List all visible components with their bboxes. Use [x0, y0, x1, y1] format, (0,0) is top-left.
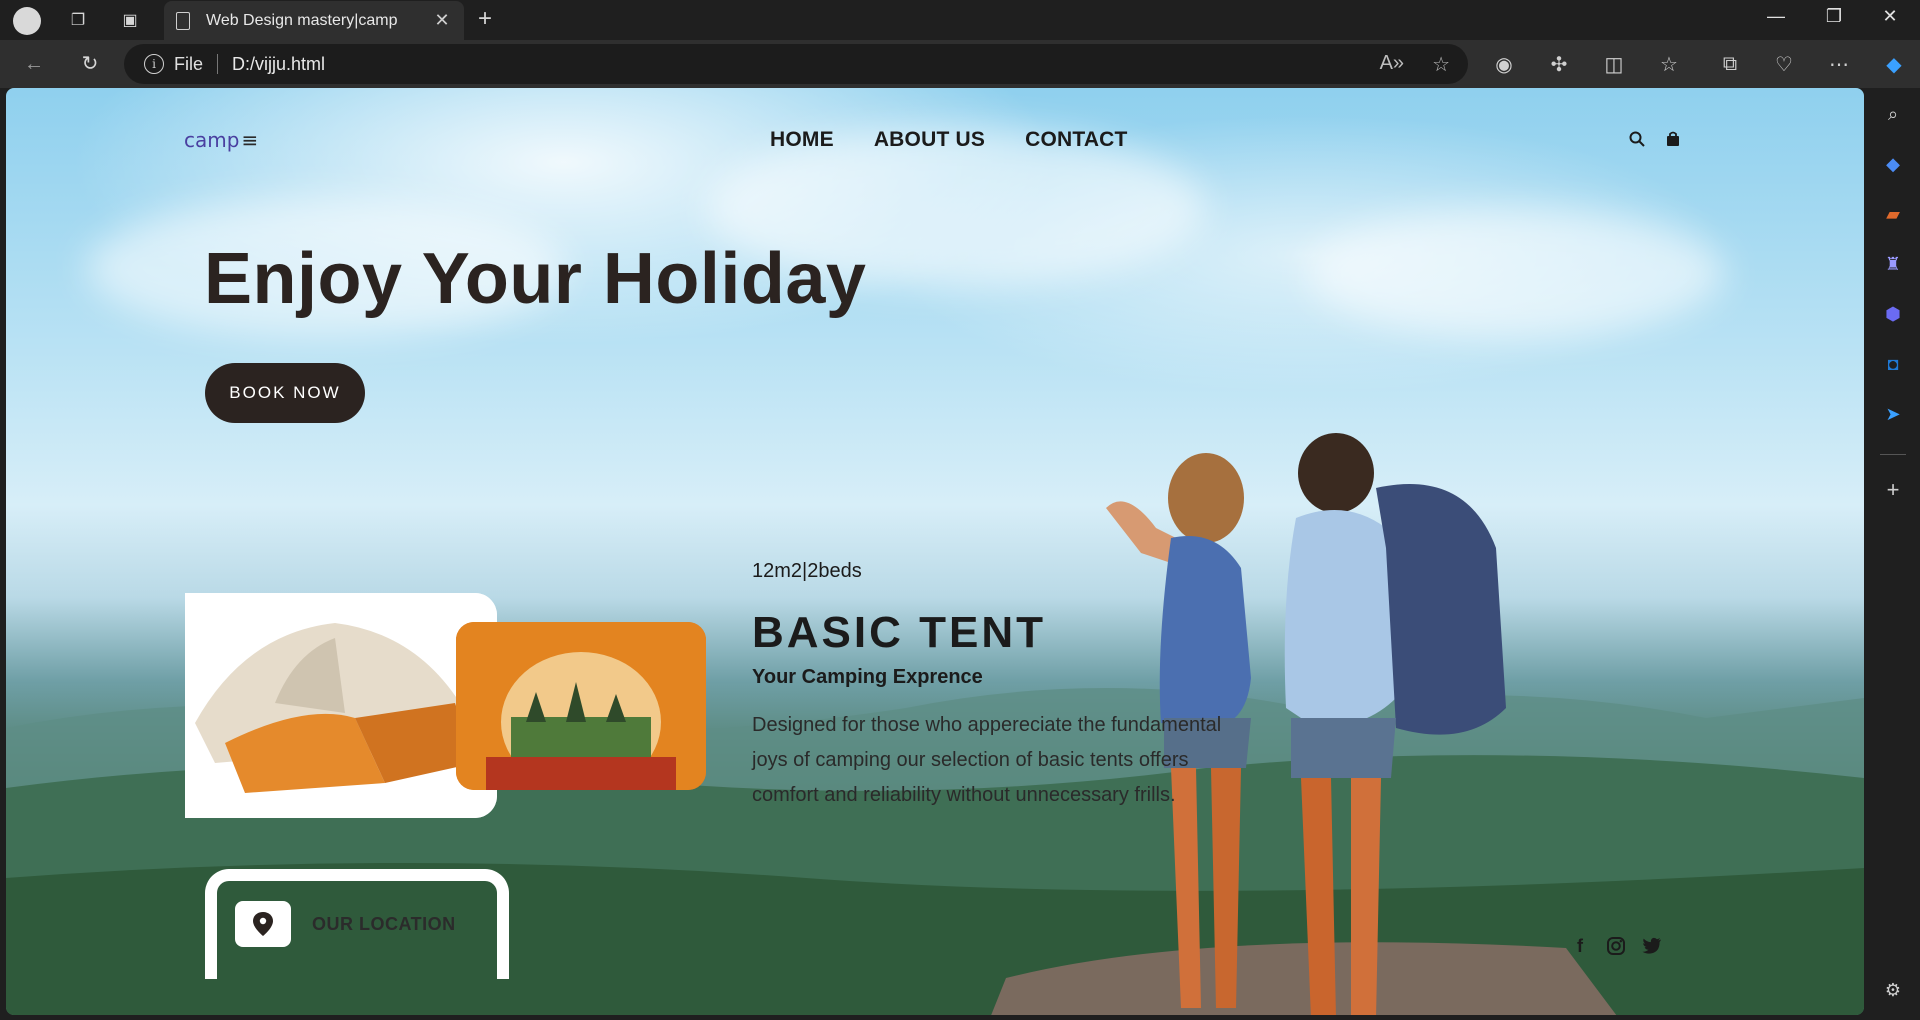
hamburger-menu-icon[interactable]: ≡ — [241, 128, 258, 152]
product-spec: 12m2|2beds — [752, 560, 862, 582]
sidebar-divider — [1880, 454, 1906, 455]
instagram-icon[interactable] — [1604, 934, 1628, 958]
browser-essentials-icon[interactable]: ♡ — [1770, 50, 1798, 78]
close-window-icon[interactable]: ✕ — [1870, 6, 1910, 27]
favorites-icon[interactable]: ☆ — [1655, 50, 1683, 78]
product-title: BASIC TENT — [752, 608, 1046, 657]
send-icon[interactable]: ➤ — [1881, 402, 1905, 426]
tent-image-card[interactable] — [185, 593, 497, 818]
tent-inside-view-image — [456, 622, 706, 790]
back-icon[interactable]: ← — [22, 52, 46, 76]
profile-avatar-icon[interactable] — [13, 7, 41, 35]
settings-gear-icon[interactable]: ⚙ — [1881, 978, 1905, 1002]
extensions-icon[interactable]: ✣ — [1545, 50, 1573, 78]
minimize-icon[interactable]: — — [1756, 6, 1796, 27]
hero-title: Enjoy Your Holiday — [204, 239, 867, 319]
outlook-icon[interactable]: ◘ — [1881, 352, 1905, 376]
product-subtitle: Your Camping Exprence — [752, 666, 983, 688]
edge-sidebar: ⌕ ◆ ▰ ♜ ⬢ ◘ ➤ + ⚙ — [1866, 88, 1920, 1020]
favorite-star-icon[interactable]: ☆ — [1432, 52, 1450, 77]
cloud — [1306, 208, 1726, 338]
omnibox[interactable]: i File D:/vijju.html A» ☆ — [124, 44, 1468, 84]
site-logo[interactable]: camp ≡ — [184, 128, 258, 152]
nav-home[interactable]: HOME — [770, 128, 834, 152]
tab-title: Web Design mastery|camp — [206, 11, 398, 29]
vertical-tabs-icon[interactable]: ▣ — [118, 8, 142, 32]
split-screen-icon[interactable]: ◫ — [1600, 50, 1628, 78]
nav-about-us[interactable]: ABOUT US — [874, 128, 985, 152]
games-icon[interactable]: ♜ — [1881, 252, 1905, 276]
twitter-icon[interactable] — [1640, 934, 1664, 958]
facebook-icon[interactable]: f — [1568, 934, 1592, 958]
product-description: Designed for those who appereciate the f… — [752, 714, 1222, 806]
close-tab-icon[interactable]: ✕ — [432, 10, 452, 31]
logo-text: camp — [184, 128, 240, 152]
add-icon[interactable]: + — [1881, 477, 1905, 502]
main-nav: HOME ABOUT US CONTACT — [770, 128, 1128, 152]
new-tab-icon[interactable]: + — [478, 7, 492, 31]
location-pin-icon — [235, 901, 291, 947]
workspaces-icon[interactable]: ❐ — [66, 8, 90, 32]
browser-tab[interactable]: Web Design mastery|camp ✕ — [164, 1, 464, 40]
restore-icon[interactable]: ❐ — [1814, 6, 1854, 27]
more-options-icon[interactable]: ⋯ — [1825, 50, 1853, 78]
search-icon[interactable]: ⌕ — [1881, 102, 1905, 126]
read-aloud-icon[interactable]: A» — [1380, 52, 1404, 77]
browser-titlebar: ❐ ▣ Web Design mastery|camp ✕ + — ❐ ✕ — [0, 0, 1920, 40]
address-bar: ← ↻ i File D:/vijju.html A» ☆ ◉ ✣ ◫ ☆ ⧉ … — [0, 40, 1920, 88]
tent-image — [185, 593, 497, 818]
address-url[interactable]: D:/vijju.html — [232, 54, 325, 75]
search-icon[interactable] — [1628, 130, 1646, 148]
collections-icon[interactable]: ⧉ — [1716, 50, 1744, 78]
tools-icon[interactable]: ▰ — [1881, 202, 1905, 226]
refresh-icon[interactable]: ↻ — [78, 52, 102, 76]
page-viewport: camp ≡ HOME ABOUT US CONTACT Enjoy Your H… — [6, 88, 1864, 1015]
nav-contact[interactable]: CONTACT — [1025, 128, 1128, 152]
microsoft-365-icon[interactable]: ⬢ — [1881, 302, 1905, 326]
shopping-bag-icon[interactable] — [1664, 130, 1682, 148]
location-label[interactable]: OUR LOCATION — [312, 914, 456, 935]
book-now-button[interactable]: BOOK NOW — [205, 363, 365, 423]
document-icon — [176, 11, 190, 30]
info-icon[interactable]: i — [144, 54, 164, 74]
shopping-tag-icon[interactable]: ◆ — [1881, 152, 1905, 176]
address-scheme: File — [174, 53, 204, 74]
copilot-extension-icon[interactable]: ◉ — [1490, 50, 1518, 78]
copilot-icon[interactable]: ◆ — [1880, 50, 1908, 78]
tent-view-image[interactable] — [456, 622, 706, 790]
address-divider — [217, 54, 219, 74]
